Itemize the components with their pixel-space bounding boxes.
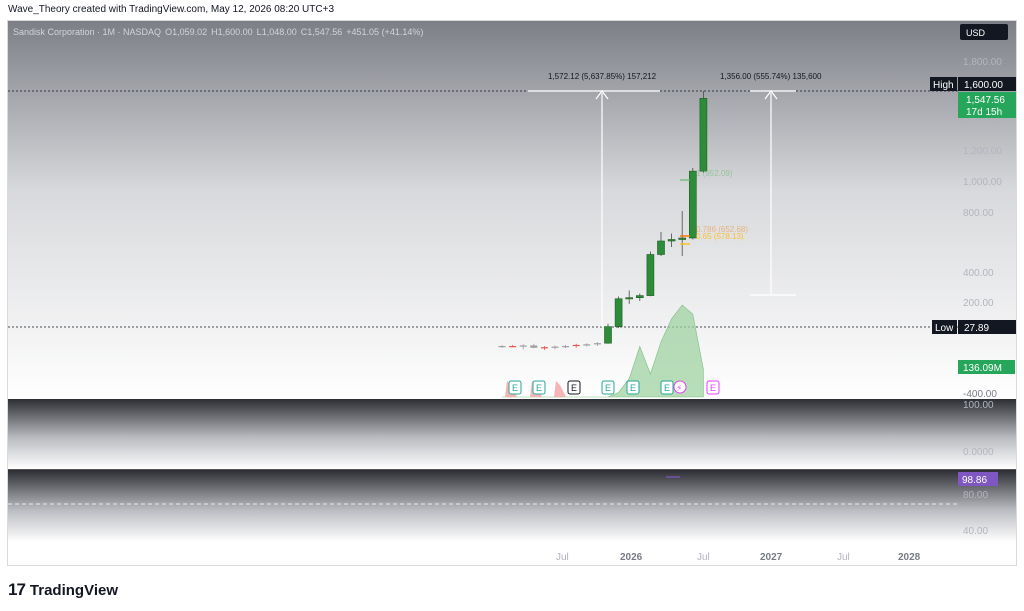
candle-body	[583, 344, 591, 346]
candle-body	[519, 345, 527, 347]
price-tick: 1,000.00	[963, 177, 1002, 188]
high-label: High	[933, 80, 954, 91]
time-tick: 2026	[620, 552, 643, 563]
earnings-marker-label: E	[630, 383, 636, 393]
time-tick: 2027	[760, 552, 783, 563]
measure-1-label: 1,572.12 (5,637.85%) 157,212	[548, 72, 657, 81]
candle-body	[625, 297, 634, 300]
legend-text: Sandisk Corporation · 1M · NASDAQ O1,059.…	[13, 27, 423, 37]
candle-body	[646, 254, 655, 296]
candle-body	[667, 239, 676, 242]
candle-body	[540, 347, 548, 349]
earnings-marker-label: E	[605, 383, 611, 393]
currency-label: USD	[966, 28, 986, 38]
chart-credit: Wave_Theory created with TradingView.com…	[8, 4, 335, 15]
low-label: Low	[935, 323, 954, 334]
countdown: 17d 15h	[966, 107, 1002, 118]
pane2-bg	[8, 399, 1016, 469]
price-tick: 200.00	[963, 298, 994, 309]
tradingview-logo-icon: 17	[8, 580, 26, 599]
candle-body	[509, 346, 517, 348]
tradingview-logo[interactable]: 17 TradingView	[8, 580, 118, 600]
price-tick: -400.00	[963, 389, 997, 400]
earnings-marker-label: E	[571, 383, 577, 393]
chart-frame[interactable]: Sandisk Corporation · 1M · NASDAQ O1,059.…	[7, 20, 1017, 566]
tradingview-wordmark: TradingView	[29, 581, 119, 599]
candle-body	[530, 345, 538, 348]
pane2-tick: 0.0000	[963, 447, 994, 458]
measure-2-label: 1,356.00 (555.74%) 135,600	[720, 72, 822, 81]
future-earnings-marker-label: E	[710, 383, 716, 393]
time-tick: Jul	[837, 552, 850, 563]
candle-body	[498, 346, 506, 348]
low-value: 27.89	[964, 323, 989, 334]
price-tick: 400.00	[963, 268, 994, 279]
candle-body	[551, 346, 559, 348]
price-tick: 1,200.00	[963, 146, 1002, 157]
pane3-tick: 40.00	[963, 526, 988, 537]
main-pane-bg	[8, 21, 1016, 399]
price-tick: 1,800.00	[963, 57, 1002, 68]
fib-label-1: 1 (952.09)	[696, 169, 733, 178]
candle-body	[678, 237, 687, 240]
earnings-marker-label: E	[536, 383, 542, 393]
candle-body	[657, 240, 665, 255]
last-price: 1,547.56	[966, 95, 1005, 106]
candle-body	[604, 326, 612, 344]
price-tick: 800.00	[963, 208, 994, 219]
fib-label-3: 0.65 (578.13)	[696, 232, 744, 241]
high-value: 1,600.00	[964, 80, 1003, 91]
pane3-value: 98.86	[962, 475, 987, 486]
candle-body	[699, 98, 708, 172]
dividend-marker-label: ⚡	[676, 383, 682, 393]
candle-body	[562, 346, 570, 348]
time-tick: 2028	[898, 552, 921, 563]
earnings-marker-label: E	[664, 383, 670, 393]
candle-body	[572, 344, 580, 347]
candle-body	[593, 343, 601, 345]
pane3-tick: 80.00	[963, 490, 988, 501]
time-axis-bg	[8, 542, 1016, 565]
candle-body	[614, 298, 623, 327]
earnings-marker-label: E	[512, 383, 518, 393]
price-chart[interactable]: Sandisk Corporation · 1M · NASDAQ O1,059.…	[8, 21, 1017, 566]
pane3-bg	[8, 470, 1016, 542]
time-tick: Jul	[697, 552, 710, 563]
candle-body	[635, 295, 644, 299]
volume-value: 136.09M	[963, 363, 1002, 374]
time-tick: Jul	[556, 552, 569, 563]
pane2-tick: 100.00	[963, 400, 994, 411]
